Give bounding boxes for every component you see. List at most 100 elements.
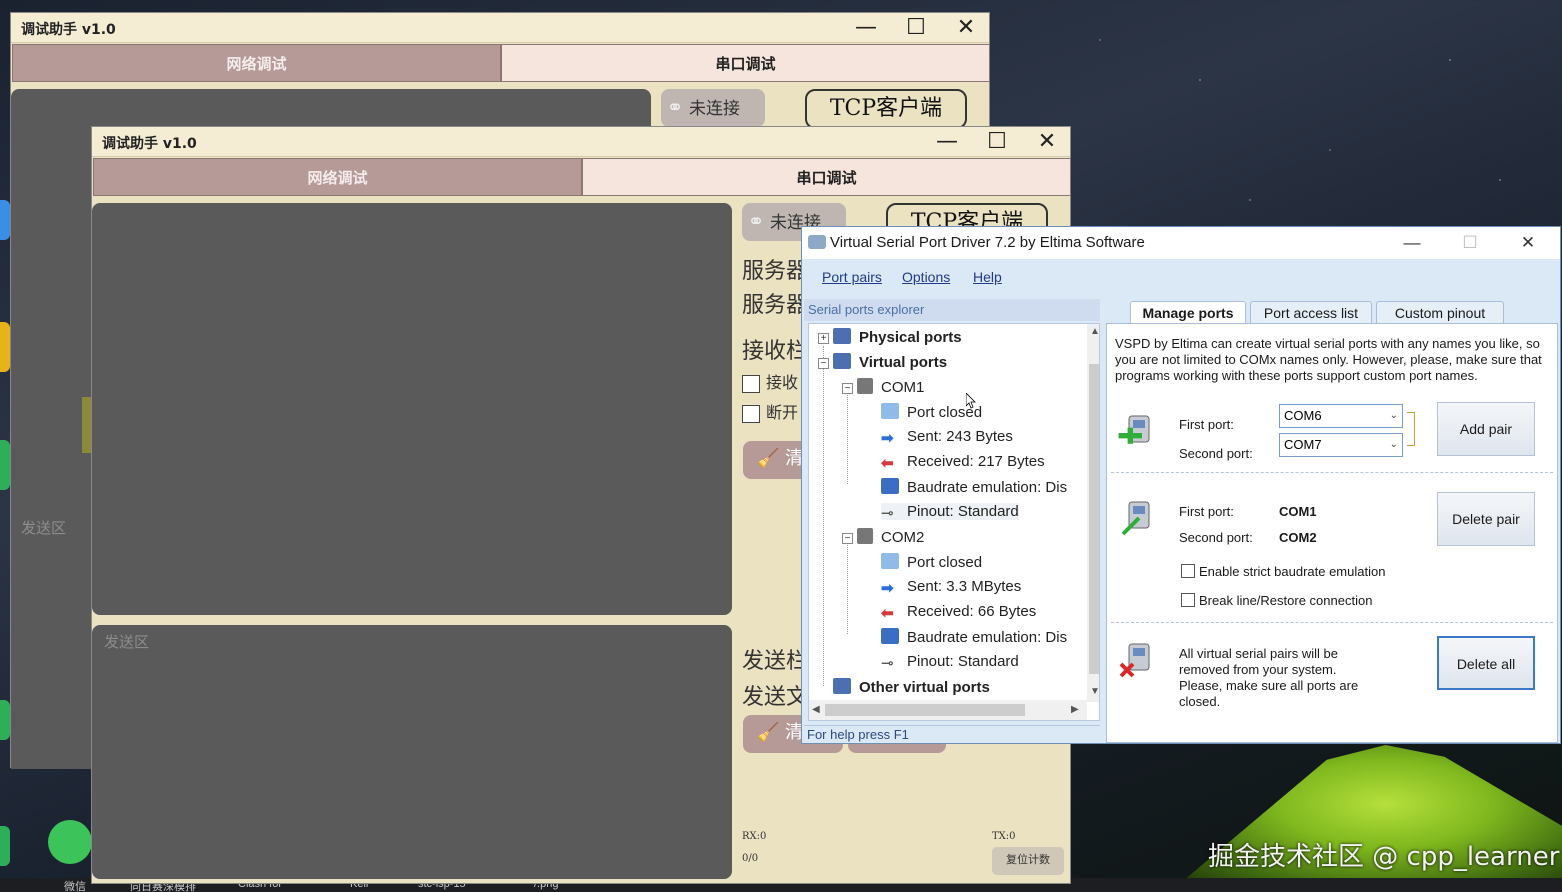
server-ip-label: 服务器	[742, 259, 809, 284]
close-icon[interactable]: ✕	[1508, 231, 1548, 255]
checkbox-box[interactable]	[742, 404, 760, 423]
desktop-app-icon[interactable]	[0, 826, 10, 866]
scroll-thumb[interactable]	[1089, 364, 1099, 674]
serial-port-icon	[857, 378, 873, 394]
horizontal-scrollbar[interactable]: ◀ ▶	[809, 700, 1087, 720]
computer-icon	[833, 678, 851, 694]
tab-network-debug[interactable]: 网络调试	[12, 44, 501, 82]
connection-status[interactable]: ⚭ 未连接	[661, 89, 765, 127]
send-settings-label: 发送栏	[742, 649, 809, 674]
tab-serial-debug[interactable]: 串口调试	[501, 44, 990, 82]
first-port-combo[interactable]: COM6 ⌄	[1279, 404, 1403, 428]
tree-com1[interactable]: COM1	[857, 378, 924, 396]
tree-com1-pinout[interactable]: ⊸ Pinout: Standard	[881, 503, 1019, 522]
desktop-app-icon[interactable]	[0, 440, 10, 490]
desktop-app-icon[interactable]	[0, 322, 10, 372]
tree-com2[interactable]: COM2	[857, 528, 924, 546]
tree-physical-ports[interactable]: Physical ports	[833, 328, 962, 346]
delete-all-button[interactable]: Delete all	[1437, 636, 1535, 690]
tab-custom-pinout[interactable]: Custom pinout	[1376, 301, 1504, 323]
delete-pair-button[interactable]: Delete pair	[1437, 492, 1535, 546]
strict-baudrate-checkbox[interactable]: Enable strict baudrate emulation	[1181, 564, 1385, 579]
app-icon	[808, 235, 826, 249]
tree-com2-pinout[interactable]: ⊸ Pinout: Standard	[881, 653, 1019, 672]
close-icon[interactable]: ✕	[946, 15, 986, 41]
unlink-icon: ⚭	[747, 209, 765, 233]
minimize-icon[interactable]: —	[1392, 231, 1432, 255]
tree-line	[847, 534, 848, 634]
checkbox-box[interactable]	[1181, 564, 1195, 578]
scroll-down-icon[interactable]: ▼	[1090, 686, 1099, 697]
window-titlebar[interactable]: Virtual Serial Port Driver 7.2 by Eltima…	[802, 227, 1560, 259]
tab-serial-debug[interactable]: 串口调试	[582, 158, 1071, 196]
mouse-cursor-icon	[966, 393, 976, 409]
second-port-combo[interactable]: COM7 ⌄	[1279, 433, 1403, 457]
checkbox-box[interactable]	[1181, 593, 1195, 607]
tree-com1-baud[interactable]: Baudrate emulation: Dis	[881, 478, 1067, 496]
first-port-label: First port:	[1179, 504, 1234, 519]
collapse-icon[interactable]: −	[842, 533, 853, 544]
rx-counter: RX:0	[742, 831, 767, 842]
window-titlebar[interactable]: 调试助手 v1.0 — ☐ ✕	[11, 13, 989, 43]
unlink-icon: ⚭	[666, 95, 684, 119]
scroll-left-icon[interactable]: ◀	[812, 704, 820, 715]
add-pair-button[interactable]: Add pair	[1437, 402, 1535, 456]
send-area[interactable]: 发送区	[92, 625, 732, 879]
scroll-right-icon[interactable]: ▶	[1071, 704, 1079, 715]
tree-com2-baud[interactable]: Baudrate emulation: Dis	[881, 628, 1067, 646]
tree-com2-status[interactable]: Port closed	[881, 553, 982, 571]
maximize-icon[interactable]: ☐	[1450, 231, 1490, 255]
collapse-icon[interactable]: −	[842, 383, 853, 394]
window-titlebar[interactable]: 调试助手 v1.0 — ☐ ✕	[92, 127, 1070, 157]
receive-area[interactable]	[92, 203, 732, 615]
tree-com2-received[interactable]: ⬅ Received: 66 Bytes	[881, 603, 1036, 622]
break-line-checkbox[interactable]: Break line/Restore connection	[1181, 593, 1372, 608]
tree-com1-received[interactable]: ⬅ Received: 217 Bytes	[881, 453, 1045, 472]
vertical-scrollbar[interactable]: ▲ ▼	[1087, 324, 1099, 702]
checkbox-box[interactable]	[742, 374, 760, 393]
tcp-client-button[interactable]: TCP客户端	[805, 89, 967, 129]
scroll-thumb[interactable]	[825, 704, 1025, 716]
bar-chart-icon	[881, 628, 899, 644]
maximize-icon[interactable]: ☐	[977, 129, 1017, 155]
minimize-icon[interactable]: —	[927, 129, 967, 155]
desktop-app-icon[interactable]	[0, 700, 10, 740]
close-icon[interactable]: ✕	[1027, 129, 1067, 155]
collapse-icon[interactable]: −	[818, 358, 829, 369]
arrow-left-icon: ⬅	[881, 455, 894, 472]
status-label: 未连接	[689, 99, 740, 119]
tab-network-debug[interactable]: 网络调试	[93, 158, 582, 196]
minimize-icon[interactable]: —	[846, 15, 886, 41]
disconnect-checkbox[interactable]: 断开	[742, 399, 798, 423]
window-icon	[881, 403, 899, 419]
tree-com2-sent[interactable]: ➡ Sent: 3.3 MBytes	[881, 578, 1021, 597]
tree-other-virtual-ports[interactable]: Other virtual ports	[833, 678, 990, 696]
pin-icon: ⊸	[881, 655, 894, 672]
menu-port-pairs[interactable]: Port pairs	[822, 269, 882, 285]
tree-virtual-ports[interactable]: Virtual ports	[833, 353, 947, 371]
tab-port-access-list[interactable]: Port access list	[1250, 301, 1372, 323]
scroll-up-icon[interactable]: ▲	[1090, 326, 1099, 337]
watermark: 掘金技术社区 @ cpp_learner	[1208, 842, 1560, 872]
tree-com1-sent[interactable]: ➡ Sent: 243 Bytes	[881, 428, 1013, 447]
desktop-app-icon[interactable]	[0, 200, 10, 240]
receive-checkbox[interactable]: 接收	[742, 369, 798, 393]
maximize-icon[interactable]: ☐	[896, 15, 936, 41]
window-title: 调试助手 v1.0	[21, 22, 116, 38]
ports-tree[interactable]: + Physical ports − Virtual ports − COM1 …	[808, 323, 1100, 721]
second-port-label: Second port:	[1179, 530, 1253, 545]
menu-options[interactable]: Options	[902, 269, 950, 285]
tab-manage-ports[interactable]: Manage ports	[1130, 301, 1246, 323]
arrow-right-icon: ➡	[881, 580, 894, 597]
taskbar-label[interactable]: 微信	[64, 878, 86, 892]
manage-ports-panel: VSPD by Eltima can create virtual serial…	[1106, 323, 1558, 743]
expand-icon[interactable]: +	[818, 333, 829, 344]
wechat-icon[interactable]	[48, 820, 92, 864]
delete-all-text: All virtual serial pairs will be removed…	[1179, 646, 1359, 709]
reset-count-button[interactable]: 复位计数	[992, 847, 1064, 875]
delete-all-icon	[1119, 643, 1150, 678]
checkbox-label: 断开	[766, 403, 799, 422]
send-area[interactable]: 发送区	[11, 503, 93, 769]
menu-help[interactable]: Help	[973, 269, 1002, 285]
tree-line	[847, 384, 848, 484]
